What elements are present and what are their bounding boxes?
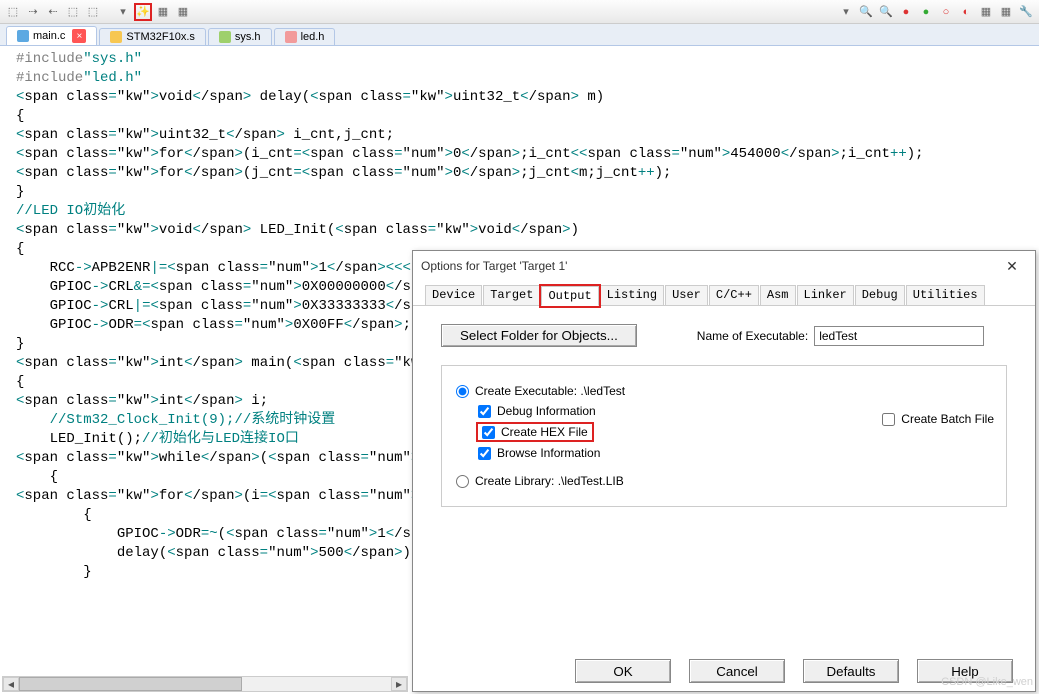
dialog-titlebar: Options for Target 'Target 1' ✕ (413, 251, 1035, 281)
toolbar-btn[interactable]: ▦ (154, 3, 172, 21)
file-icon (285, 31, 297, 43)
create-library-label: Create Library: .\ledTest.LIB (475, 474, 624, 488)
select-folder-button[interactable]: Select Folder for Objects... (441, 324, 637, 347)
create-library-radio[interactable] (456, 475, 469, 488)
toolbar-btn[interactable]: ▦ (997, 3, 1015, 21)
toolbar-btn[interactable]: ⇢ (24, 3, 42, 21)
close-icon[interactable]: × (72, 29, 86, 43)
dialog-tab-output[interactable]: Output (541, 286, 598, 306)
dialog-body: Select Folder for Objects... Name of Exe… (413, 306, 1035, 651)
magic-wand-icon[interactable]: ✨ (134, 3, 152, 21)
tab-stm32f10x-s[interactable]: STM32F10x.s (99, 28, 205, 45)
scroll-left-icon[interactable]: ◂ (3, 677, 19, 691)
file-icon (219, 31, 231, 43)
dialog-buttons: OK Cancel Defaults Help (413, 651, 1035, 691)
tab-label: STM32F10x.s (126, 31, 194, 43)
dialog-tab-utilities[interactable]: Utilities (906, 285, 985, 305)
cancel-button[interactable]: Cancel (689, 659, 785, 683)
tab-main-c[interactable]: main.c × (6, 26, 97, 45)
toolbar-btn[interactable]: ◐ (957, 3, 975, 21)
scroll-track[interactable] (19, 677, 391, 691)
debug-info-label: Debug Information (497, 404, 596, 418)
dialog-title: Options for Target 'Target 1' (421, 259, 567, 273)
toolbar-btn[interactable]: ▦ (174, 3, 192, 21)
main-toolbar: ⬚ ⇢ ⇠ ⬚ ⬚ ▾ ✨ ▦ ▦ ▾ 🔍 🔍 ● ● ○ ◐ ▦ ▦ 🔧 (0, 0, 1039, 24)
tab-label: main.c (33, 30, 65, 42)
create-batch-checkbox[interactable] (882, 413, 895, 426)
create-executable-radio[interactable] (456, 385, 469, 398)
browse-info-label: Browse Information (497, 446, 600, 460)
scroll-right-icon[interactable]: ▸ (391, 677, 407, 691)
create-hex-label: Create HEX File (501, 425, 588, 439)
toolbar-btn[interactable]: ● (917, 3, 935, 21)
toolbar-btn[interactable]: ▾ (837, 3, 855, 21)
create-batch-label: Create Batch File (901, 412, 994, 426)
create-executable-label: Create Executable: .\ledTest (475, 384, 625, 398)
toolbar-btn[interactable]: ⬚ (4, 3, 22, 21)
dialog-tab-user[interactable]: User (665, 285, 708, 305)
dialog-tab-debug[interactable]: Debug (855, 285, 905, 305)
close-icon[interactable]: ✕ (997, 258, 1027, 275)
dialog-tab-listing[interactable]: Listing (600, 285, 664, 305)
name-of-executable-label: Name of Executable: (697, 329, 808, 343)
file-tabs: main.c × STM32F10x.s sys.h led.h (0, 24, 1039, 46)
tab-led-h[interactable]: led.h (274, 28, 336, 45)
file-icon (110, 31, 122, 43)
toolbar-btn[interactable]: ⬚ (64, 3, 82, 21)
name-of-executable-input[interactable] (814, 326, 984, 346)
tab-label: sys.h (235, 31, 261, 43)
dialog-tab-target[interactable]: Target (483, 285, 540, 305)
debug-info-checkbox[interactable] (478, 405, 491, 418)
wrench-icon[interactable]: 🔧 (1017, 3, 1035, 21)
file-icon (17, 30, 29, 42)
toolbar-btn[interactable]: ○ (937, 3, 955, 21)
help-button[interactable]: Help (917, 659, 1013, 683)
toolbar-btn[interactable]: ▦ (977, 3, 995, 21)
tab-label: led.h (301, 31, 325, 43)
red-dot-icon[interactable]: ● (897, 3, 915, 21)
tab-sys-h[interactable]: sys.h (208, 28, 272, 45)
dialog-tab-cc[interactable]: C/C++ (709, 285, 759, 305)
horizontal-scrollbar[interactable]: ◂ ▸ (2, 676, 408, 692)
create-hex-checkbox[interactable] (482, 426, 495, 439)
toolbar-btn[interactable]: ⬚ (84, 3, 102, 21)
find-icon[interactable]: 🔍 (877, 3, 895, 21)
options-dialog: Options for Target 'Target 1' ✕ DeviceTa… (412, 250, 1036, 692)
find-icon[interactable]: 🔍 (857, 3, 875, 21)
dropdown-icon[interactable]: ▾ (114, 3, 132, 21)
toolbar-btn[interactable]: ⇠ (44, 3, 62, 21)
dialog-tabs: DeviceTargetOutputListingUserC/C++AsmLin… (413, 281, 1035, 306)
dialog-tab-device[interactable]: Device (425, 285, 482, 305)
dialog-tab-asm[interactable]: Asm (760, 285, 796, 305)
defaults-button[interactable]: Defaults (803, 659, 899, 683)
dialog-tab-linker[interactable]: Linker (797, 285, 854, 305)
browse-info-checkbox[interactable] (478, 447, 491, 460)
output-group: Create Executable: .\ledTest Debug Infor… (441, 365, 1007, 507)
scroll-thumb[interactable] (19, 677, 242, 691)
ok-button[interactable]: OK (575, 659, 671, 683)
